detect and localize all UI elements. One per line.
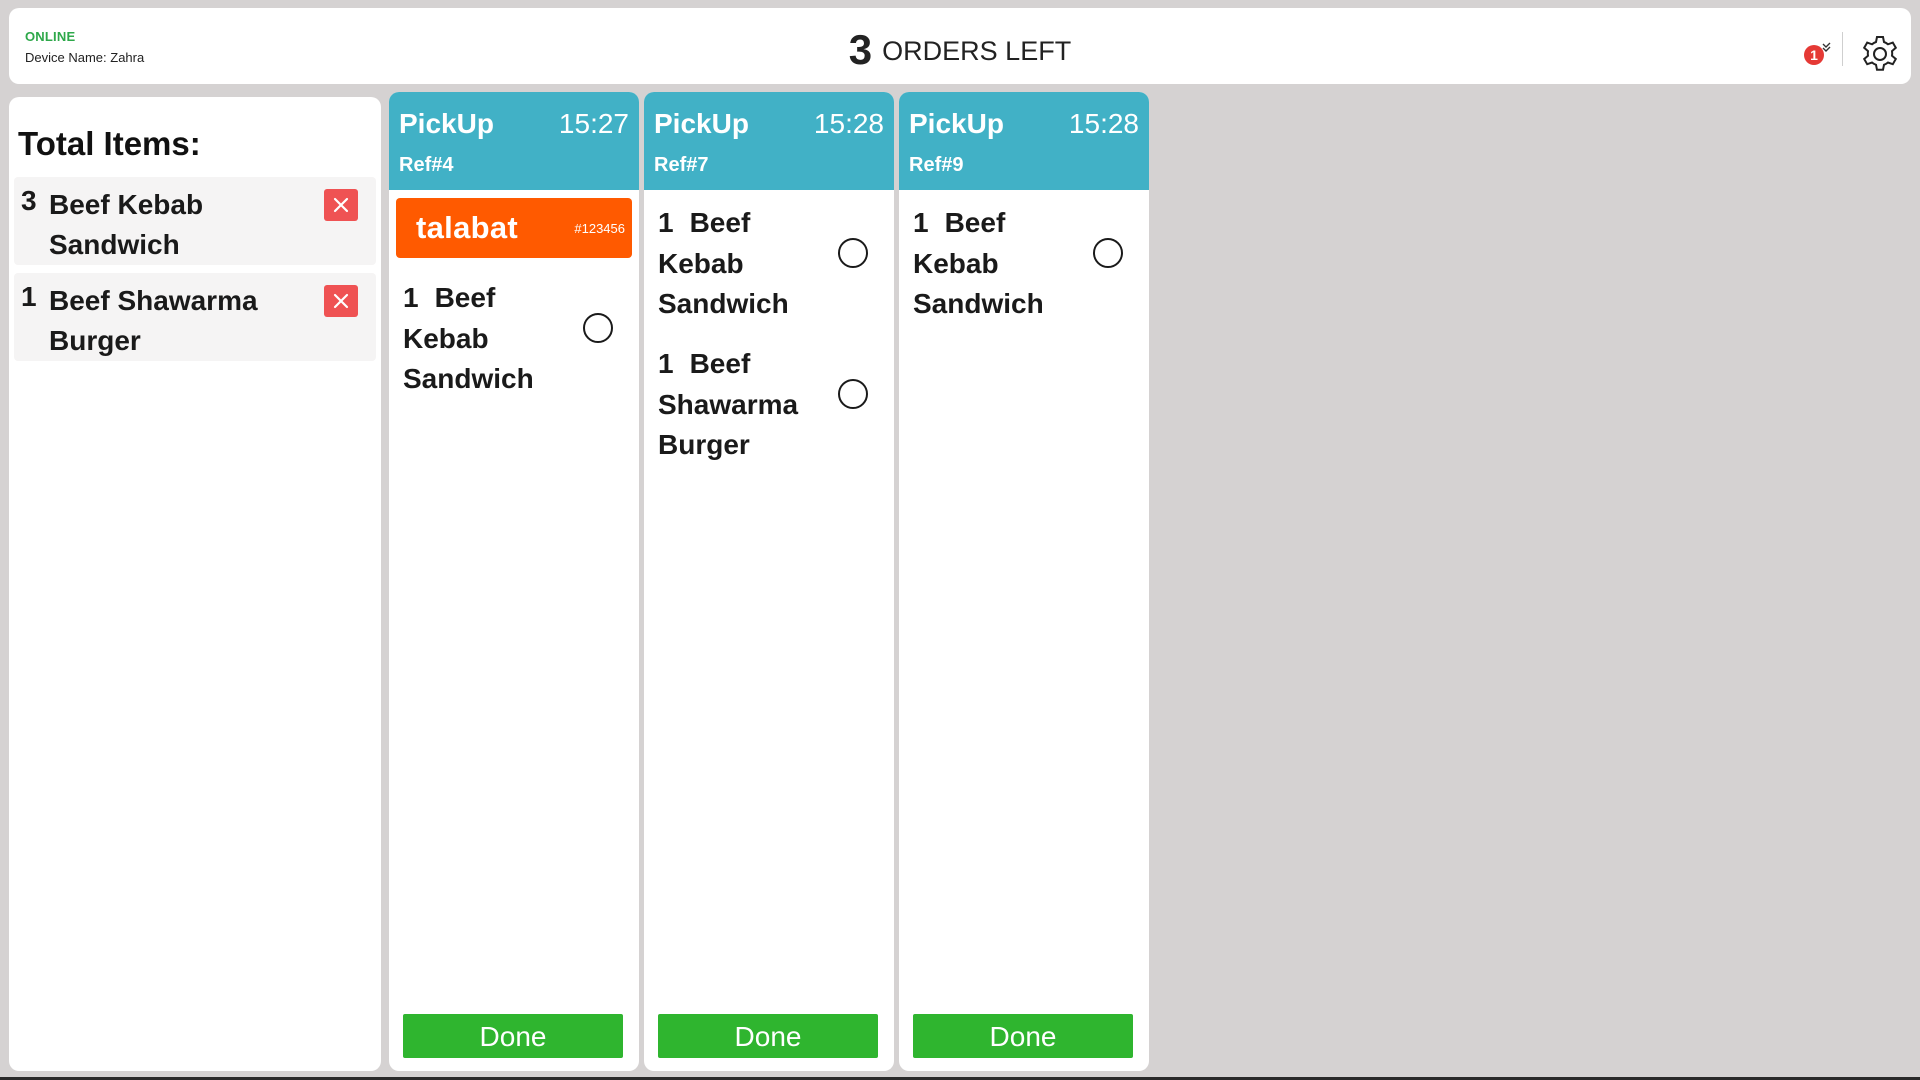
order-item: 1 Beef Kebab Sandwich [913,203,1139,325]
total-item-name: Beef Shawarma Burger [49,285,258,356]
order-item-name: Beef Shawarma Burger [658,348,799,460]
order-item-name: Beef Kebab Sandwich [913,207,1044,319]
order-item-name: Beef Kebab Sandwich [403,282,534,394]
order-item: 1 Beef Shawarma Burger [658,344,884,466]
total-item-row: 1 Beef Shawarma Burger [14,273,376,361]
order-card: PickUp 15:27 Ref#4 talabat #123456 1 Beef… [389,92,639,1071]
close-icon [333,293,349,309]
double-check-icon [1822,42,1831,57]
total-item-qty: 1 [21,281,37,312]
order-ref: Ref#7 [654,154,709,176]
order-ref: Ref#4 [399,154,454,176]
order-type: PickUp [399,108,494,139]
platform-order-number: #123456 [574,221,625,236]
notification-badge: 1 [1804,45,1824,65]
order-item-qty: 1 [658,207,674,238]
order-time: 15:27 [558,108,629,139]
order-type: PickUp [654,108,749,139]
order-time: 15:28 [1068,108,1139,139]
order-item-qty: 1 [913,207,929,238]
total-item-name: Beef Kebab Sandwich [49,189,204,260]
item-check-circle[interactable] [1093,238,1123,268]
order-item-qty: 1 [658,348,674,379]
total-item-row: 3 Beef Kebab Sandwich [14,177,376,265]
order-card-header: PickUp 15:28 Ref#7 [644,92,894,190]
remove-item-button[interactable] [324,285,358,317]
close-icon [333,197,349,213]
orders-left-counter: 3 ORDERS LEFT [9,26,1911,74]
order-item-name: Beef Kebab Sandwich [658,207,789,319]
done-button[interactable]: Done [403,1014,623,1058]
top-bar: ONLINE Device Name: Zahra 3 ORDERS LEFT 1 [9,8,1911,84]
remove-item-button[interactable] [324,189,358,221]
total-item-qty: 3 [21,185,37,216]
order-item: 1 Beef Kebab Sandwich [403,278,629,400]
total-items-title: Total Items: [18,125,201,162]
order-item: 1 Beef Kebab Sandwich [658,203,884,325]
done-button[interactable]: Done [913,1014,1133,1058]
order-time: 15:28 [813,108,884,139]
gear-icon[interactable] [1860,34,1900,74]
item-check-circle[interactable] [838,238,868,268]
order-card-header: PickUp 15:28 Ref#9 [899,92,1149,190]
order-type: PickUp [909,108,1004,139]
total-items-panel: Total Items: 3 Beef Kebab Sandwich 1 Bee… [9,97,381,1071]
notifications-button[interactable]: 1 [1794,38,1831,65]
done-button[interactable]: Done [658,1014,878,1058]
item-check-circle[interactable] [583,313,613,343]
item-check-circle[interactable] [838,379,868,409]
orders-left-count: 3 [848,26,873,73]
order-card-header: PickUp 15:27 Ref#4 [389,92,639,190]
order-card: PickUp 15:28 Ref#7 1 Beef Kebab Sandwich … [644,92,894,1071]
orders-left-label: ORDERS LEFT [882,36,1072,66]
talabat-badge: talabat #123456 [396,198,632,258]
talabat-logo: talabat [416,210,519,245]
order-card: PickUp 15:28 Ref#9 1 Beef Kebab Sandwich … [899,92,1149,1071]
order-ref: Ref#9 [909,154,964,176]
header-divider [1842,32,1843,66]
order-item-qty: 1 [403,282,419,313]
